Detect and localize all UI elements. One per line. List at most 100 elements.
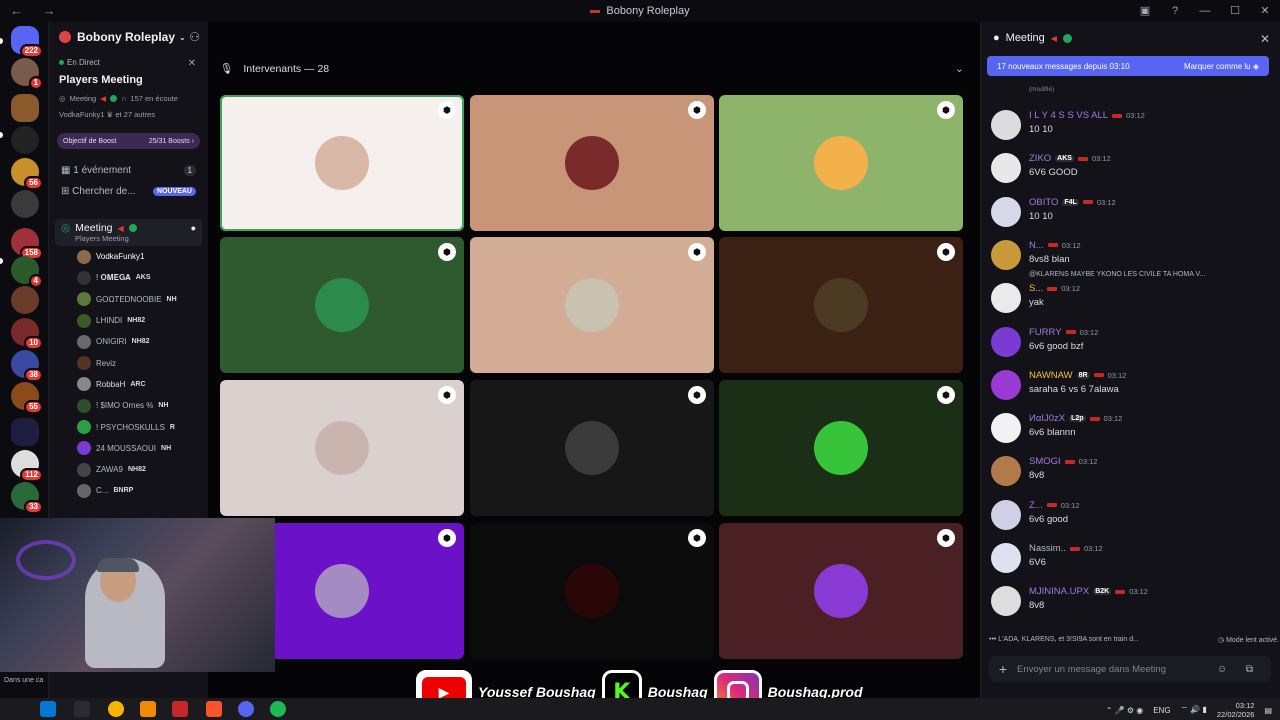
boost-goal[interactable]: Objectif de Boost 25/31 Boosts › <box>57 133 200 149</box>
server-icon[interactable]: 4 <box>11 256 43 288</box>
author-name[interactable]: NAWNAW <box>1029 370 1073 381</box>
direct-messages-icon[interactable]: 222 <box>11 26 43 58</box>
server-header[interactable]: Bobony Roleplay ⌄ ⚇ <box>49 22 208 52</box>
moderator-shield-icon[interactable]: ⬢ <box>688 243 706 261</box>
brave-icon[interactable] <box>206 701 222 717</box>
voice-member[interactable]: GOΩTEDNOOBIE NH <box>49 289 208 310</box>
help-icon[interactable]: ? <box>1160 0 1190 22</box>
avatar[interactable] <box>991 369 1021 400</box>
folder-icon[interactable] <box>11 418 39 446</box>
moderator-shield-icon[interactable]: ⬢ <box>937 101 955 119</box>
live-stage-card[interactable]: En Direct Players Meeting ◎ Meeting ◀ ∩ … <box>55 54 202 123</box>
inbox-icon[interactable]: ▣ <box>1130 0 1160 22</box>
moderator-shield-icon[interactable]: ⬢ <box>937 386 955 404</box>
moderator-shield-icon[interactable]: ⬢ <box>438 386 456 404</box>
composer-actions[interactable]: ☺ ⧉ <box>1217 664 1261 675</box>
author-name[interactable]: ИαIJ0zX <box>1029 413 1065 424</box>
reply-preview[interactable]: @KLARENS MAYBE YKONO LES CIVILE TA HOMA … <box>1029 271 1205 278</box>
add-friend-icon[interactable]: ⚇ <box>189 30 200 44</box>
server-icon[interactable]: 158 <box>11 228 43 260</box>
chevron-down-icon[interactable]: ⌄ <box>955 62 964 75</box>
voice-member[interactable]: LHINDI NH82 <box>49 310 208 331</box>
server-icon[interactable]: 1 <box>11 58 43 90</box>
author-name[interactable]: I L Y 4 S S VS ALL <box>1029 110 1108 121</box>
avatar[interactable] <box>991 543 1021 573</box>
author-name[interactable]: SMOGI <box>1029 456 1061 467</box>
voice-member[interactable]: RobbaH ARC <box>49 374 208 395</box>
windows-start-icon[interactable] <box>40 701 56 717</box>
voice-member[interactable]: Reviz <box>49 352 208 373</box>
chat-message[interactable]: I L Y 4 S S VS ALL 03:12 10 10 <box>991 108 1271 151</box>
server-icon[interactable]: 56 <box>11 158 43 190</box>
server-icon[interactable] <box>11 190 39 218</box>
maximize-button[interactable]: ☐ <box>1220 0 1250 22</box>
moderator-shield-icon[interactable]: ⬢ <box>688 529 706 547</box>
avatar[interactable] <box>991 586 1021 617</box>
moderator-shield-icon[interactable]: ⬢ <box>438 243 456 261</box>
chat-message[interactable]: Z... 03:12 6v6 good <box>991 498 1271 541</box>
author-name[interactable]: Nassim.. <box>1029 543 1066 554</box>
avatar[interactable] <box>991 239 1021 270</box>
server-icon[interactable]: 33 <box>11 482 43 514</box>
close-icon[interactable]: ✕ <box>1260 32 1270 46</box>
avatar[interactable] <box>991 499 1021 530</box>
author-name[interactable]: MJININA.UPX <box>1029 586 1089 597</box>
voice-member[interactable]: ONIGIRI NH82 <box>49 331 208 352</box>
moderator-shield-icon[interactable]: ⬢ <box>438 101 456 119</box>
speaker-tile[interactable]: ⬢ <box>470 95 714 231</box>
voice-channel-meeting[interactable]: ◎ Meeting ◀ ● Players Meeting <box>55 219 202 246</box>
author-name[interactable]: FURRY <box>1029 327 1062 338</box>
speaker-tile[interactable]: ⬢ <box>220 95 464 231</box>
voice-member[interactable]: ! $IMO Ornes % NH <box>49 395 208 416</box>
voice-member[interactable]: VodkaFunky1 <box>49 246 208 267</box>
chat-message[interactable]: FURRY 03:12 6v6 good bzf <box>991 325 1271 368</box>
moderator-shield-icon[interactable]: ⬢ <box>438 529 456 547</box>
minimize-button[interactable]: — <box>1190 0 1220 22</box>
speaker-tile[interactable]: ⬢ <box>470 237 714 373</box>
server-icon[interactable]: 38 <box>11 350 43 382</box>
server-icon[interactable]: 55 <box>11 382 43 414</box>
speaker-tile[interactable]: ⬢ <box>470 523 714 659</box>
voice-member[interactable]: ! 𝐎𝐌𝐄𝐆𝐀 AKS <box>49 267 208 288</box>
author-name[interactable]: ZIKO <box>1029 153 1051 164</box>
mark-read-button[interactable]: Marquer comme lu ◈ <box>1184 62 1259 71</box>
speaker-tile[interactable]: ⬢ <box>220 380 464 516</box>
new-messages-banner[interactable]: 17 nouveaux messages depuis 03:10 Marquer… <box>987 56 1269 76</box>
avatar[interactable] <box>991 283 1021 314</box>
chat-message[interactable]: Nassim.. 03:12 6V6 <box>991 541 1271 584</box>
author-name[interactable]: N... <box>1029 240 1044 251</box>
network-icons[interactable]: ⌔ 🔊 ▮ <box>1181 705 1207 715</box>
avatar[interactable] <box>991 196 1021 227</box>
moderator-shield-icon[interactable]: ⬢ <box>688 386 706 404</box>
chrome-icon[interactable] <box>108 701 124 717</box>
speaker-tile[interactable]: ⬢ <box>470 380 714 516</box>
clock[interactable]: 03:12 22/02/2026 <box>1217 701 1255 719</box>
voice-member[interactable]: C... BNRP <box>49 480 208 501</box>
tray-icons[interactable]: ⌃ 🎤 ⚙ ◉ <box>1106 706 1143 715</box>
speakers-header[interactable]: 🎙 Intervenants — 28 <box>220 62 329 76</box>
moderator-shield-icon[interactable]: ⬢ <box>937 529 955 547</box>
chat-icon[interactable]: ● <box>191 223 196 233</box>
server-icon[interactable] <box>11 286 39 314</box>
avatar[interactable] <box>991 110 1021 140</box>
voice-member[interactable]: ZAWA9 NH82 <box>49 459 208 480</box>
message-composer[interactable]: + Envoyer un message dans Meeting ☺ ⧉ <box>989 656 1271 682</box>
moderator-shield-icon[interactable]: ⬢ <box>688 101 706 119</box>
chat-message[interactable]: @KLARENS MAYBE YKONO LES CIVILE TA HOMA … <box>991 271 1271 324</box>
app-icon[interactable] <box>172 701 188 717</box>
author-name[interactable]: OBITO <box>1029 197 1058 208</box>
speaker-tile[interactable]: ⬢ <box>220 237 464 373</box>
author-name[interactable]: Z... <box>1029 500 1043 511</box>
server-icon[interactable] <box>11 126 39 154</box>
server-icon[interactable]: 10 <box>11 318 43 350</box>
discord-icon[interactable] <box>238 701 254 717</box>
chat-message[interactable]: ИαIJ0zX L2p 03:12 6v6 blannn <box>991 411 1271 454</box>
chat-message[interactable]: ZIKO AKS 03:12 6V6 GOOD <box>991 151 1271 194</box>
avatar[interactable] <box>991 326 1021 357</box>
moderator-shield-icon[interactable]: ⬢ <box>937 243 955 261</box>
author-name[interactable]: S... <box>1029 283 1043 294</box>
language-indicator[interactable]: ENG <box>1153 706 1170 715</box>
avatar[interactable] <box>991 413 1021 444</box>
server-icon[interactable] <box>11 94 39 122</box>
speaker-tile[interactable]: ⬢ <box>719 380 963 516</box>
